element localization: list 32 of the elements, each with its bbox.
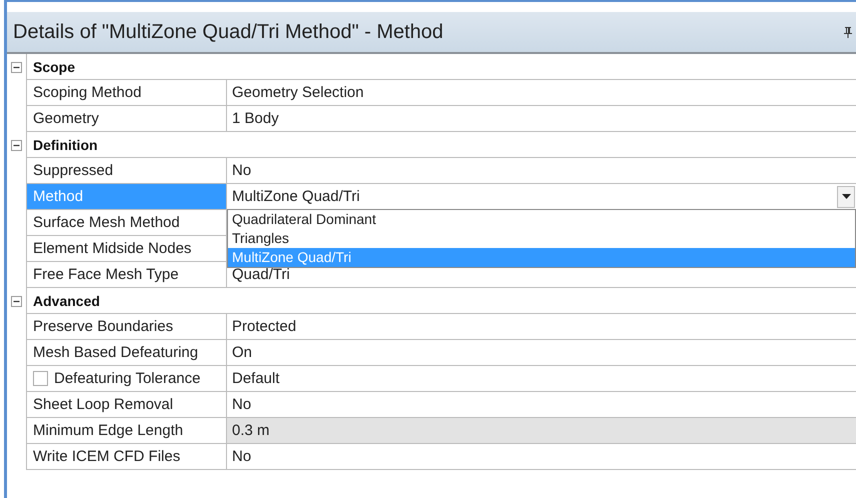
property-label[interactable]: Preserve Boundaries bbox=[26, 314, 227, 340]
property-label[interactable]: Mesh Based Defeaturing bbox=[26, 340, 227, 366]
property-value[interactable]: Quad/Tri bbox=[232, 266, 290, 283]
property-label[interactable]: Surface Mesh Method bbox=[26, 210, 227, 236]
property-value[interactable]: 0.3 m bbox=[232, 422, 270, 439]
checkbox[interactable] bbox=[33, 371, 48, 386]
property-value[interactable]: No bbox=[232, 396, 252, 413]
property-label[interactable]: Free Face Mesh Type bbox=[26, 262, 227, 288]
pin-icon[interactable] bbox=[844, 26, 852, 38]
property-value[interactable]: Default bbox=[232, 370, 280, 387]
property-label[interactable]: Defeaturing Tolerance bbox=[26, 366, 227, 392]
property-value[interactable]: On bbox=[232, 344, 252, 361]
property-value[interactable]: No bbox=[232, 162, 252, 179]
property-label-text: Defeaturing Tolerance bbox=[54, 370, 200, 387]
property-value[interactable]: No bbox=[232, 448, 252, 465]
property-label[interactable]: Geometry bbox=[26, 106, 227, 132]
property-value[interactable]: MultiZone Quad/Tri bbox=[232, 188, 360, 205]
collapse-toggle[interactable] bbox=[11, 140, 22, 150]
property-label[interactable]: Write ICEM CFD Files bbox=[26, 444, 227, 470]
property-label[interactable]: Suppressed bbox=[26, 158, 227, 184]
property-label[interactable]: Scoping Method bbox=[26, 80, 227, 106]
property-label[interactable]: Sheet Loop Removal bbox=[26, 392, 227, 418]
collapse-toggle[interactable] bbox=[11, 296, 22, 306]
collapse-toggle[interactable] bbox=[11, 62, 22, 72]
panel-title: Details of "MultiZone Quad/Tri Method" - Method bbox=[13, 20, 444, 44]
property-label[interactable]: Minimum Edge Length bbox=[26, 418, 227, 444]
property-value[interactable]: 1 Body bbox=[232, 110, 279, 127]
caret-icon bbox=[842, 194, 850, 199]
dropdown-button[interactable] bbox=[837, 186, 855, 208]
property-label[interactable]: Element Midside Nodes bbox=[26, 236, 227, 262]
property-value[interactable]: Geometry Selection bbox=[232, 84, 364, 101]
property-value[interactable]: Protected bbox=[232, 318, 296, 335]
